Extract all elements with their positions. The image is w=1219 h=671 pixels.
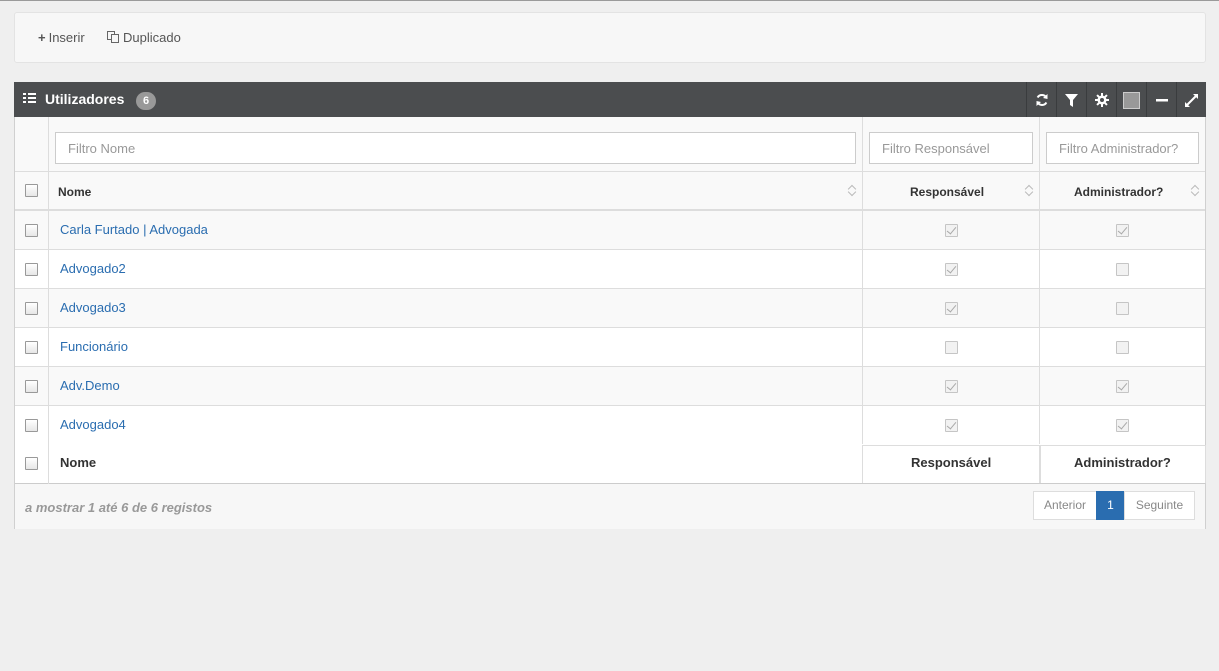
- divider: [48, 444, 49, 484]
- divider: [48, 289, 49, 328]
- column-header-name[interactable]: Nome: [58, 185, 91, 199]
- records-info: a mostrar 1 até 6 de 6 registos: [25, 500, 213, 515]
- page-1-button[interactable]: 1: [1096, 491, 1125, 520]
- admin-checkbox: [1116, 302, 1129, 315]
- count-badge: 6: [136, 92, 156, 110]
- divider: [48, 250, 49, 289]
- expand-icon[interactable]: [1176, 82, 1206, 117]
- panel-tools: [1026, 82, 1206, 117]
- gear-icon[interactable]: [1086, 82, 1116, 117]
- divider: [1039, 172, 1040, 209]
- responsible-checkbox: [945, 263, 958, 276]
- responsible-filter-input[interactable]: [869, 132, 1033, 164]
- select-all-checkbox[interactable]: [25, 184, 38, 197]
- table-row: Advogado4: [15, 406, 1205, 445]
- divider: [862, 289, 863, 328]
- divider: [1039, 328, 1040, 367]
- sort-icon[interactable]: [1025, 183, 1034, 197]
- user-name-link[interactable]: Advogado3: [60, 300, 126, 315]
- duplicate-button[interactable]: Duplicado: [107, 29, 181, 47]
- divider: [862, 211, 863, 250]
- divider: [1039, 211, 1040, 250]
- footer-responsible: Responsável: [911, 455, 992, 470]
- user-name-link[interactable]: Funcionário: [60, 339, 128, 354]
- user-name-link[interactable]: Carla Furtado | Advogada: [60, 222, 208, 237]
- divider: [48, 328, 49, 367]
- refresh-icon[interactable]: [1026, 82, 1056, 117]
- row-select-checkbox[interactable]: [25, 341, 38, 354]
- admin-checkbox: [1116, 380, 1129, 393]
- color-square-icon[interactable]: [1116, 82, 1146, 117]
- divider: [48, 172, 49, 209]
- divider: [1039, 117, 1040, 172]
- admin-filter-input[interactable]: [1046, 132, 1199, 164]
- user-name-link[interactable]: Adv.Demo: [60, 378, 120, 393]
- responsible-checkbox: [945, 380, 958, 393]
- footer-admin: Administrador?: [1074, 455, 1171, 470]
- duplicate-label: Duplicado: [123, 30, 181, 45]
- table-footer: Nome Responsável Administrador?: [15, 444, 1206, 484]
- minimize-icon[interactable]: [1146, 82, 1176, 117]
- admin-checkbox: [1116, 224, 1129, 237]
- table-row: Adv.Demo: [15, 367, 1205, 406]
- row-select-checkbox[interactable]: [25, 224, 38, 237]
- column-header-admin[interactable]: Administrador?: [1074, 185, 1163, 199]
- table-row: Advogado2: [15, 250, 1205, 289]
- filter-row: [15, 117, 1205, 172]
- plus-icon: +: [38, 30, 46, 45]
- divider: [862, 406, 863, 445]
- insert-button[interactable]: + Inserir: [38, 29, 85, 47]
- sort-icon[interactable]: [848, 183, 857, 197]
- row-select-checkbox[interactable]: [25, 302, 38, 315]
- divider: [1039, 289, 1040, 328]
- divider: [1039, 406, 1040, 445]
- divider: [48, 367, 49, 406]
- panel-title: Utilizadores: [45, 91, 125, 107]
- user-name-link[interactable]: Advogado4: [60, 417, 126, 432]
- column-header-responsible[interactable]: Responsável: [910, 185, 984, 199]
- row-select-checkbox[interactable]: [25, 380, 38, 393]
- table-header: Nome Responsável Administrador?: [15, 172, 1205, 211]
- footer-name: Nome: [60, 455, 97, 470]
- admin-checkbox: [1116, 341, 1129, 354]
- users-panel: Utilizadores 6 Filtro Nome Filtro Respon…: [14, 82, 1206, 529]
- admin-checkbox: [1116, 263, 1129, 276]
- divider: [48, 406, 49, 445]
- user-name-link[interactable]: Advogado2: [60, 261, 126, 276]
- table-row: Carla Furtado | Advogada: [15, 211, 1205, 250]
- divider: [1039, 367, 1040, 406]
- divider: [862, 172, 863, 209]
- sort-icon[interactable]: [1191, 183, 1200, 197]
- divider: [862, 250, 863, 289]
- divider: [1039, 250, 1040, 289]
- panel-footer: a mostrar 1 até 6 de 6 registos Anterior…: [15, 484, 1205, 529]
- top-toolbar: + Inserir Duplicado: [14, 12, 1206, 63]
- divider: [862, 328, 863, 367]
- table-row: Funcionário: [15, 328, 1205, 367]
- table-row: Advogado3: [15, 289, 1205, 328]
- filter-icon[interactable]: [1056, 82, 1086, 117]
- responsible-checkbox: [945, 224, 958, 237]
- responsible-checkbox: [945, 341, 958, 354]
- divider: [862, 117, 863, 172]
- admin-checkbox: [1116, 419, 1129, 432]
- divider: [862, 367, 863, 406]
- divider: [48, 211, 49, 250]
- table-icon: [23, 93, 36, 104]
- row-select-checkbox[interactable]: [25, 419, 38, 432]
- responsible-checkbox: [945, 419, 958, 432]
- panel-header: Utilizadores 6: [14, 82, 1206, 117]
- next-page-button[interactable]: Seguinte: [1124, 491, 1195, 520]
- row-select-checkbox[interactable]: [25, 263, 38, 276]
- copy-icon: [107, 31, 119, 43]
- responsible-checkbox: [945, 302, 958, 315]
- name-filter-input[interactable]: [55, 132, 856, 164]
- prev-page-button[interactable]: Anterior: [1033, 491, 1097, 520]
- divider: [48, 117, 49, 172]
- insert-label: Inserir: [48, 30, 85, 45]
- select-all-footer-checkbox[interactable]: [25, 457, 38, 470]
